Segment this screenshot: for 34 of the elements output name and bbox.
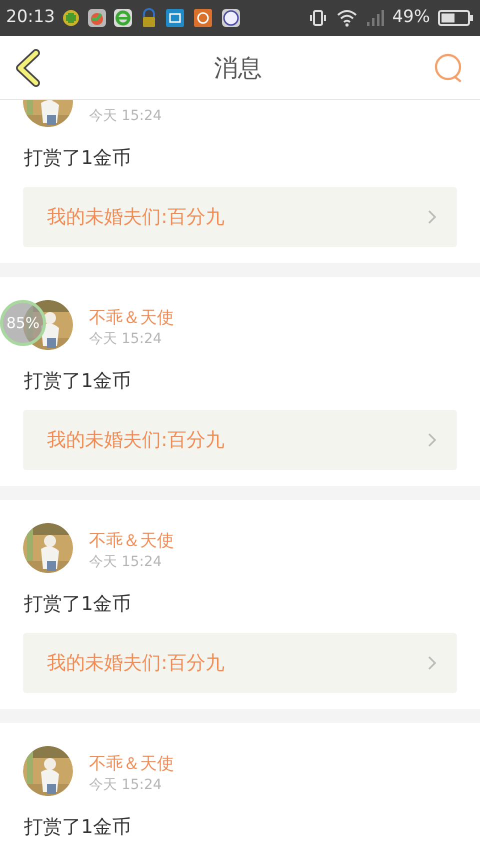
quoted-post[interactable]: 我的未婚夫们:百分九: [23, 633, 457, 693]
user-name[interactable]: 不乖＆天使: [89, 530, 174, 552]
notification-icon: [221, 8, 241, 28]
message-text: 打赏了1金币: [23, 815, 132, 839]
message-time: 今天 15:24: [89, 553, 163, 572]
page-title: 消息: [214, 52, 262, 84]
message-time: 今天 15:24: [89, 107, 162, 126]
notification-icon: [193, 8, 213, 28]
quoted-title: 我的未婚夫们:百分九: [47, 428, 224, 453]
battery-percent: 49%: [392, 6, 430, 30]
message-text: 打赏了1金币: [23, 146, 132, 170]
message-text: 打赏了1金币: [23, 369, 132, 393]
notification-icon: [87, 8, 107, 28]
quoted-title: 我的未婚夫们:百分九: [47, 204, 224, 230]
vibrate-icon: [308, 8, 328, 28]
chevron-icon: [427, 209, 437, 225]
battery-icon: [438, 9, 474, 27]
quoted-title: 我的未婚夫们:百分九: [47, 650, 224, 676]
lock-icon: [141, 8, 157, 28]
notification-icon: [61, 8, 81, 28]
message-time: 今天 15:24: [89, 776, 163, 795]
notification-icon: [165, 8, 185, 28]
user-name[interactable]: 不乖＆天使: [89, 307, 174, 329]
user-name[interactable]: 不乖＆天使: [89, 753, 174, 775]
quoted-post[interactable]: 我的未婚夫们:百分九: [23, 187, 457, 247]
chevron-icon: [427, 655, 437, 671]
wifi-icon: [336, 9, 358, 27]
message-text: 打赏了1金币: [23, 592, 132, 616]
notification-icon: [113, 8, 133, 28]
quoted-post[interactable]: 我的未婚夫们:百分九: [23, 410, 457, 470]
status-time: 20:13: [6, 6, 55, 30]
message-time: 今天 15:24: [89, 330, 163, 349]
signal-icon: [366, 9, 384, 27]
chevron-icon: [427, 432, 437, 448]
